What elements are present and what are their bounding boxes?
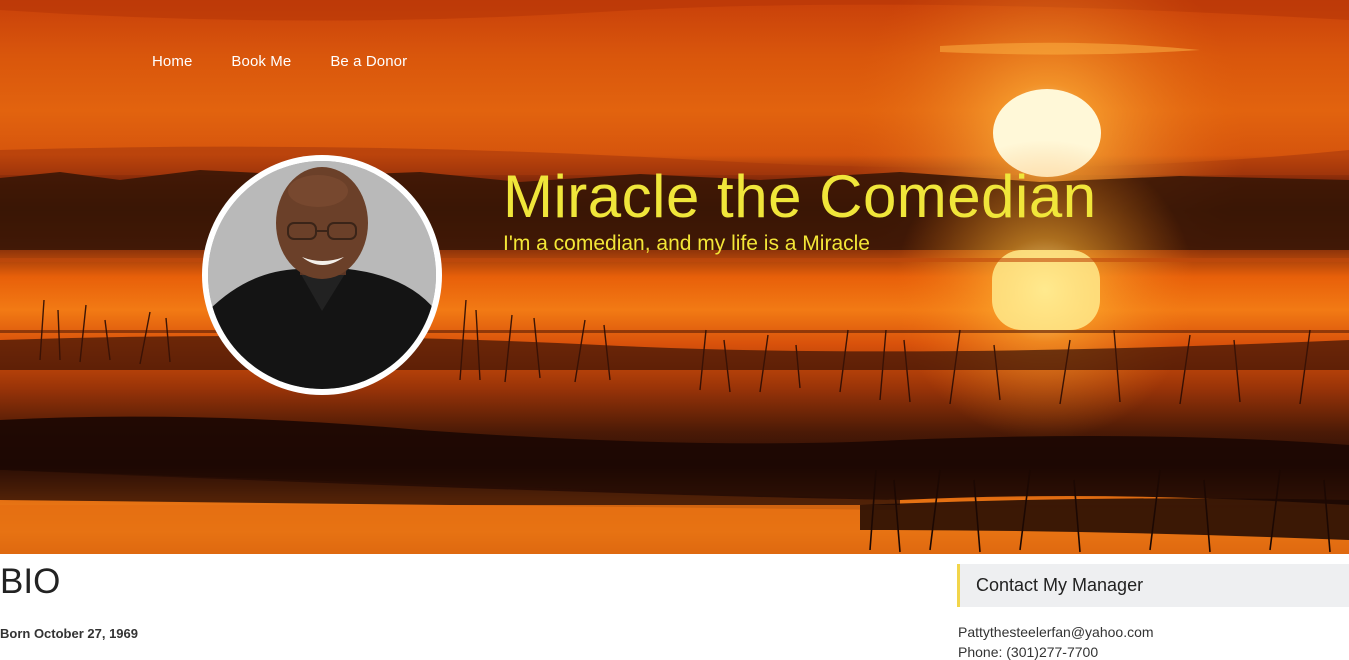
hero-banner: Home Book Me Be a Donor Miracle the Come… (0, 0, 1349, 554)
site-title: Miracle the Comedian (503, 163, 1097, 230)
site-tagline: I'm a comedian, and my life is a Miracle (503, 232, 870, 255)
born-date: Born October 27, 1969 (0, 626, 138, 641)
main-nav: Home Book Me Be a Donor (152, 53, 407, 70)
nav-home-link[interactable]: Home (152, 53, 192, 70)
nav-be-a-donor-link[interactable]: Be a Donor (330, 53, 407, 70)
bio-heading: BIO (0, 562, 61, 601)
manager-email[interactable]: Pattythesteelerfan@yahoo.com (958, 624, 1154, 640)
contact-manager-heading: Contact My Manager (976, 575, 1144, 595)
manager-phone: Phone: (301)277-7700 (958, 644, 1099, 660)
contact-manager-widget-header: Contact My Manager (957, 564, 1349, 607)
profile-photo (208, 161, 436, 389)
avatar (202, 155, 442, 395)
nav-book-me-link[interactable]: Book Me (231, 53, 291, 70)
